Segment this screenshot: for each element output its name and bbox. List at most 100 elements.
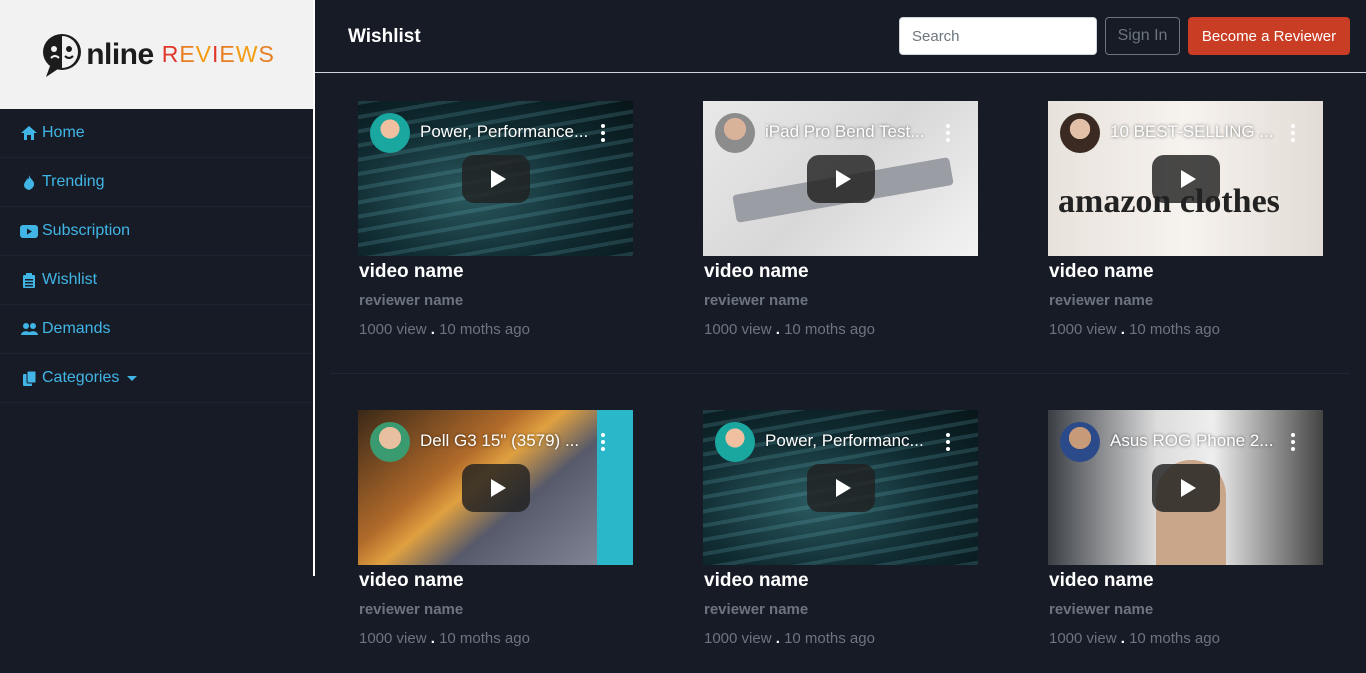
video-name[interactable]: video name: [359, 570, 633, 592]
site-logo[interactable]: nline REVIEWS: [40, 32, 275, 78]
upload-age: 10 moths ago: [784, 321, 875, 338]
become-reviewer-button[interactable]: Become a Reviewer: [1188, 17, 1350, 55]
sidebar-item-subscription[interactable]: Subscription: [0, 207, 315, 256]
view-count: 1000 view: [704, 321, 772, 338]
video-thumbnail[interactable]: Asus ROG Phone 2...: [1048, 410, 1323, 565]
video-name[interactable]: video name: [359, 261, 633, 283]
avatar: [715, 422, 755, 462]
play-button-icon[interactable]: [462, 155, 530, 203]
video-name[interactable]: video name: [1049, 570, 1323, 592]
view-count: 1000 view: [1049, 321, 1117, 338]
more-options-icon[interactable]: [598, 124, 608, 142]
logo-accent: REVIEWS: [161, 41, 275, 67]
meta-separator: .: [1120, 630, 1125, 647]
avatar: [715, 113, 755, 153]
upload-age: 10 moths ago: [439, 630, 530, 647]
sidebar-item-categories[interactable]: Categories: [0, 354, 315, 403]
youtube-icon: [20, 223, 38, 239]
reviewer-name[interactable]: reviewer name: [359, 601, 633, 618]
video-meta: 1000 view . 10 moths ago: [359, 321, 633, 338]
play-button-icon[interactable]: [462, 464, 530, 512]
video-meta: 1000 view . 10 moths ago: [704, 630, 978, 647]
video-title-overlay: Dell G3 15" (3579) ...: [420, 431, 580, 450]
video-meta: 1000 view . 10 moths ago: [1049, 321, 1323, 338]
upload-age: 10 moths ago: [1129, 630, 1220, 647]
reviewer-name[interactable]: reviewer name: [359, 292, 633, 309]
sidebar-item-wishlist[interactable]: Wishlist: [0, 256, 315, 305]
page-title: Wishlist: [348, 26, 421, 47]
reviewer-name[interactable]: reviewer name: [1049, 601, 1323, 618]
more-options-icon[interactable]: [598, 433, 608, 451]
video-name[interactable]: video name: [704, 261, 978, 283]
sidebar-item-demands[interactable]: Demands: [0, 305, 315, 354]
meta-separator: .: [775, 321, 780, 338]
sidebar-item-label: Categories: [42, 369, 120, 386]
play-button-icon[interactable]: [1152, 464, 1220, 512]
upload-age: 10 moths ago: [1129, 321, 1220, 338]
avatar: [1060, 422, 1100, 462]
video-name[interactable]: video name: [1049, 261, 1323, 283]
video-thumbnail[interactable]: Power, Performance...: [358, 101, 633, 256]
upload-age: 10 moths ago: [784, 630, 875, 647]
view-count: 1000 view: [359, 630, 427, 647]
more-options-icon[interactable]: [943, 433, 953, 451]
avatar: [370, 113, 410, 153]
video-meta: 1000 view . 10 moths ago: [704, 321, 978, 338]
search-input[interactable]: [899, 17, 1097, 55]
fire-icon: [20, 174, 38, 190]
play-button-icon[interactable]: [807, 155, 875, 203]
sidebar-item-home[interactable]: Home: [0, 109, 315, 158]
video-title-overlay: Power, Performanc...: [765, 431, 924, 450]
video-title-overlay: Power, Performance...: [420, 122, 589, 141]
video-thumbnail[interactable]: iPad Pro Bend Test...: [703, 101, 978, 256]
video-title-overlay: iPad Pro Bend Test...: [765, 122, 925, 141]
sidebar-item-label: Home: [42, 124, 85, 141]
logo-word: nline: [86, 37, 154, 71]
play-button-icon[interactable]: [1152, 155, 1220, 203]
video-thumbnail[interactable]: amazon clothes 10 BEST-SELLING ...: [1048, 101, 1323, 256]
sidebar-item-label: Subscription: [42, 222, 131, 239]
view-count: 1000 view: [1049, 630, 1117, 647]
home-icon: [20, 125, 38, 141]
video-title-overlay: Asus ROG Phone 2...: [1110, 431, 1274, 450]
row-divider: [330, 373, 1350, 374]
sidebar-item-label: Wishlist: [42, 271, 98, 288]
play-button-icon[interactable]: [807, 464, 875, 512]
users-icon: [20, 321, 38, 337]
sidebar-divider: [313, 0, 315, 576]
video-card[interactable]: amazon clothes 10 BEST-SELLING ... video…: [1048, 101, 1323, 338]
view-count: 1000 view: [704, 630, 772, 647]
avatar: [370, 422, 410, 462]
clipboard-icon: [20, 272, 38, 288]
sidebar-nav: Home Trending Subscription Wishlist Dema…: [0, 109, 315, 403]
video-meta: 1000 view . 10 moths ago: [359, 630, 633, 647]
video-card[interactable]: Power, Performance... video name reviewe…: [358, 101, 633, 338]
video-title-overlay: 10 BEST-SELLING ...: [1110, 122, 1274, 141]
sidebar-item-label: Demands: [42, 320, 111, 337]
video-thumbnail[interactable]: Power, Performanc...: [703, 410, 978, 565]
sidebar-item-trending[interactable]: Trending: [0, 158, 315, 207]
more-options-icon[interactable]: [1288, 433, 1298, 451]
meta-separator: .: [430, 630, 435, 647]
meta-separator: .: [430, 321, 435, 338]
meta-separator: .: [775, 630, 780, 647]
video-card[interactable]: iPad Pro Bend Test... video name reviewe…: [703, 101, 978, 338]
logo-mask-icon: [43, 33, 82, 77]
video-card[interactable]: Dell G3 15" (3579) ... video name review…: [358, 410, 633, 647]
upload-age: 10 moths ago: [439, 321, 530, 338]
top-header: Wishlist Sign In Become a Reviewer: [315, 0, 1366, 73]
view-count: 1000 view: [359, 321, 427, 338]
reviewer-name[interactable]: reviewer name: [1049, 292, 1323, 309]
video-thumbnail[interactable]: Dell G3 15" (3579) ...: [358, 410, 633, 565]
reviewer-name[interactable]: reviewer name: [704, 601, 978, 618]
video-card[interactable]: Asus ROG Phone 2... video name reviewer …: [1048, 410, 1323, 647]
more-options-icon[interactable]: [1288, 124, 1298, 142]
video-name[interactable]: video name: [704, 570, 978, 592]
avatar: [1060, 113, 1100, 153]
sign-in-button[interactable]: Sign In: [1105, 17, 1180, 55]
video-meta: 1000 view . 10 moths ago: [1049, 630, 1323, 647]
reviewer-name[interactable]: reviewer name: [704, 292, 978, 309]
video-card[interactable]: Power, Performanc... video name reviewer…: [703, 410, 978, 647]
sidebar: nline REVIEWS Home Trending Subscription: [0, 0, 315, 673]
more-options-icon[interactable]: [943, 124, 953, 142]
